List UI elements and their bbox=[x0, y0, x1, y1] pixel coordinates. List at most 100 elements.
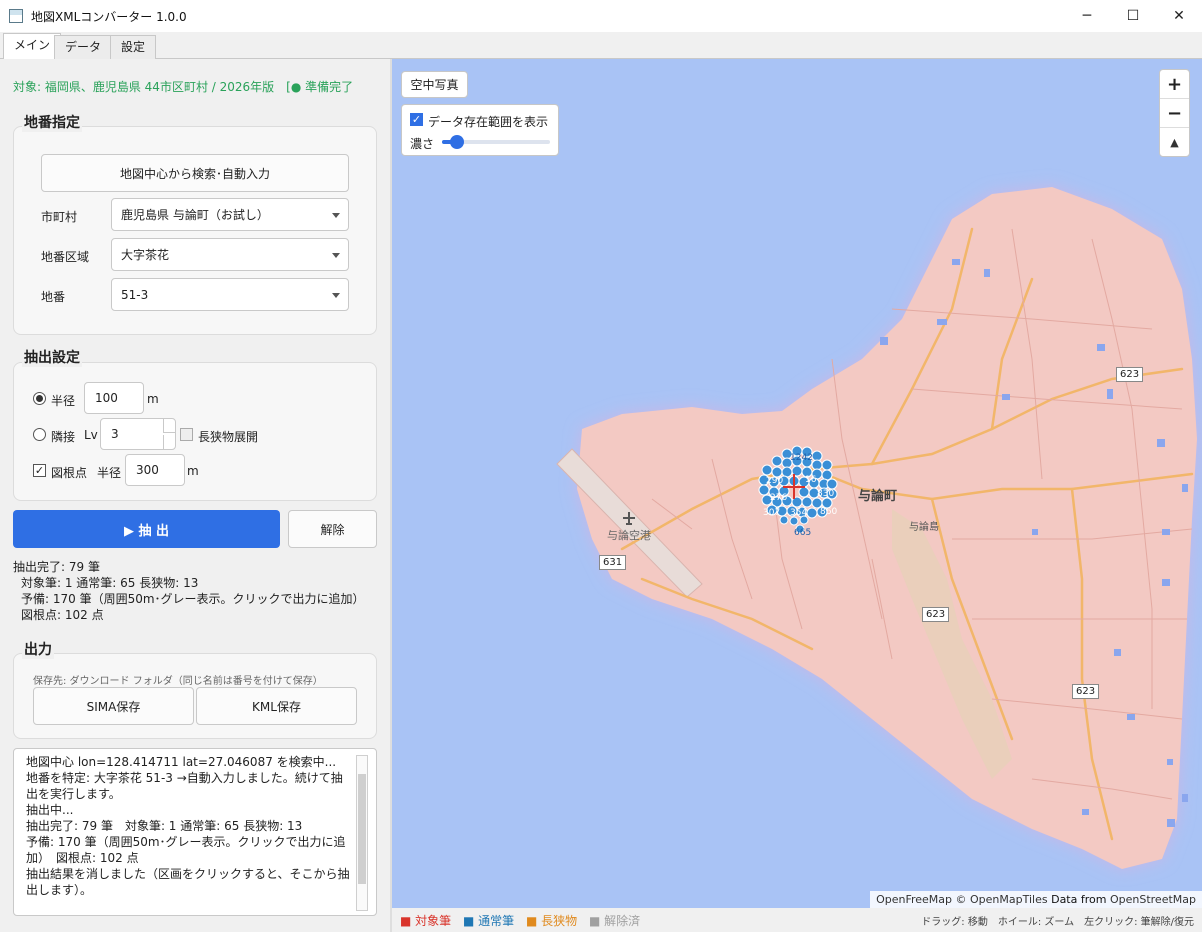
window-title: 地図XMLコンバーター 1.0.0 bbox=[31, 9, 187, 24]
kml-save-button[interactable]: KML保存 bbox=[196, 687, 357, 725]
radius-unit: m bbox=[147, 392, 159, 406]
tab-settings[interactable]: 設定 bbox=[110, 35, 157, 59]
map-view[interactable]: 1242 290 16 830 276 860 307 354 665 与論町 … bbox=[392, 59, 1202, 908]
adjacent-radio[interactable] bbox=[33, 428, 46, 441]
map-attribution: OpenFreeMap © OpenMapTiles Data from Ope… bbox=[870, 891, 1202, 908]
log-line: 予備: 170 筆（周囲50m･グレー表示。クリックで出力に追加） 図根点: 1… bbox=[26, 835, 346, 865]
compass-icon[interactable]: ▲ bbox=[1160, 128, 1189, 157]
result-line: 対象筆: 1 通常筆: 65 長狭物: 13 bbox=[21, 576, 199, 590]
data-range-control: ✓ データ存在範囲を表示 濃さ bbox=[401, 104, 559, 156]
parcel-label: 1242 bbox=[790, 453, 813, 463]
radius-input[interactable]: 100 bbox=[84, 382, 144, 414]
point-radius-label: 半径 bbox=[97, 466, 122, 480]
bottom-status-bar: ■ 対象筆 ■ 通常筆 ■ 長狭物 ■ 解除済 ドラッグ: 移動 ホイール: ズ… bbox=[392, 908, 1202, 932]
lot-value: 51-3 bbox=[121, 287, 149, 302]
legend: ■ 対象筆 ■ 通常筆 ■ 長狭物 ■ 解除済 bbox=[400, 912, 648, 929]
lv-label: Lv bbox=[84, 428, 98, 442]
point-label: 図根点 bbox=[51, 466, 88, 480]
result-line: 図根点: 102 点 bbox=[21, 608, 104, 622]
show-range-label: データ存在範囲を表示 bbox=[428, 115, 549, 129]
attribution-text: Data from bbox=[1051, 893, 1107, 906]
save-path-label: 保存先: ダウンロード フォルダ（同じ名前は番号を付けて保存） bbox=[33, 676, 323, 687]
parcel-label: 860 bbox=[820, 507, 838, 517]
clear-button[interactable]: 解除 bbox=[288, 510, 377, 548]
attribution-osm-link[interactable]: OpenFreeMap © OpenMapTiles bbox=[876, 893, 1048, 906]
spin-up-button[interactable] bbox=[163, 419, 175, 433]
adjacent-label: 隣接 bbox=[51, 430, 76, 444]
road-number-badge: 623 bbox=[1072, 684, 1100, 699]
extract-group-title: 抽出設定 bbox=[22, 347, 82, 367]
lot-select[interactable]: 51-3 bbox=[111, 278, 349, 311]
long-expand-label: 長狭物展開 bbox=[198, 430, 259, 444]
status-line: 対象: 福岡県、鹿児島県 44市区町村 / 2026年版 [● 準備完了 bbox=[13, 80, 354, 94]
opacity-slider[interactable] bbox=[442, 135, 550, 149]
maximize-button[interactable]: ☐ bbox=[1110, 0, 1156, 32]
island-land bbox=[577, 187, 1197, 869]
result-summary: 抽出完了: 79 筆 対象筆: 1 通常筆: 65 長狭物: 13 予備: 17… bbox=[13, 559, 365, 623]
legend-normal: ■ 通常筆 bbox=[462, 914, 515, 928]
chevron-down-icon bbox=[332, 212, 340, 218]
app-icon bbox=[9, 9, 23, 23]
radius-label: 半径 bbox=[51, 394, 76, 408]
parcel-label: 276 bbox=[770, 493, 788, 503]
log-line: 地図中心 lon=128.414711 lat=27.046087 を検索中..… bbox=[26, 755, 337, 769]
parcel-label: 307 bbox=[763, 508, 781, 518]
area-select[interactable]: 大字茶花 bbox=[111, 238, 349, 271]
log-scrollbar[interactable] bbox=[356, 755, 368, 911]
sima-save-button[interactable]: SIMA保存 bbox=[33, 687, 194, 725]
legend-released: ■ 解除済 bbox=[588, 914, 641, 928]
spin-down-button[interactable] bbox=[163, 435, 175, 449]
road-number-badge: 623 bbox=[922, 607, 950, 622]
area-value: 大字茶花 bbox=[121, 248, 170, 262]
long-expand-checkbox[interactable] bbox=[180, 428, 193, 441]
log-line: 抽出中... bbox=[26, 803, 74, 817]
road-number-badge: 623 bbox=[1116, 367, 1144, 382]
chevron-down-icon bbox=[332, 292, 340, 298]
result-line: 予備: 170 筆（周囲50m･グレー表示。クリックで出力に追加） bbox=[21, 592, 365, 606]
log-line: 抽出結果を消しました（区画をクリックすると、そこから抽出します）。 bbox=[26, 867, 350, 897]
road-number-badge: 631 bbox=[599, 555, 627, 570]
municipality-value: 鹿児島県 与論町（お試し） bbox=[121, 208, 269, 222]
legend-long: ■ 長狭物 bbox=[525, 914, 578, 928]
point-radius-unit: m bbox=[187, 464, 199, 478]
parcel-label: 665 bbox=[794, 528, 812, 538]
show-range-checkbox[interactable]: ✓ bbox=[410, 113, 423, 126]
town-label: 与論町 bbox=[858, 489, 898, 504]
search-autofill-button[interactable]: 地図中心から検索･自動入力 bbox=[41, 154, 349, 192]
map-hint: ドラッグ: 移動 ホイール: ズーム 左クリック: 筆解除/復元 bbox=[921, 917, 1194, 928]
municipality-label: 市町村 bbox=[41, 210, 78, 224]
attribution-source-link[interactable]: OpenStreetMap bbox=[1110, 893, 1196, 906]
tab-main[interactable]: メイン bbox=[3, 33, 62, 60]
tab-data[interactable]: データ bbox=[54, 35, 113, 59]
title-bar: 地図XMLコンバーター 1.0.0 ─ ☐ ✕ bbox=[0, 0, 1202, 32]
opacity-label: 濃さ bbox=[410, 137, 435, 151]
left-panel: 対象: 福岡県、鹿児島県 44市区町村 / 2026年版 [● 準備完了 地番指… bbox=[0, 59, 390, 932]
extract-button[interactable]: ▶ 抽 出 bbox=[13, 510, 280, 548]
close-button[interactable]: ✕ bbox=[1156, 0, 1202, 32]
point-radius-input[interactable]: 300 bbox=[125, 454, 185, 486]
island-label: 与論島 bbox=[909, 522, 939, 533]
lot-label: 地番 bbox=[41, 290, 66, 304]
radius-radio[interactable] bbox=[33, 392, 46, 405]
zoom-out-button[interactable]: − bbox=[1160, 99, 1189, 128]
parcel-label: 830 bbox=[817, 489, 835, 499]
airport-label: 与論空港 bbox=[607, 529, 651, 542]
zoom-in-button[interactable]: + bbox=[1160, 70, 1189, 99]
legend-target: ■ 対象筆 bbox=[400, 914, 452, 928]
aerial-photo-button[interactable]: 空中写真 bbox=[401, 71, 468, 98]
parcel-label: 354 bbox=[790, 508, 808, 518]
municipality-select[interactable]: 鹿児島県 与論町（お試し） bbox=[111, 198, 349, 231]
tab-bar: メイン データ 設定 bbox=[0, 32, 1202, 60]
chevron-down-icon bbox=[332, 252, 340, 258]
parcel-label: 290 bbox=[766, 476, 784, 486]
log-scroll-thumb[interactable] bbox=[358, 774, 366, 884]
lv-spinbox[interactable]: 3 bbox=[100, 418, 176, 450]
log-panel[interactable]: 地図中心 lon=128.414711 lat=27.046087 を検索中..… bbox=[13, 748, 377, 916]
output-group-title: 出力 bbox=[22, 639, 54, 659]
result-line: 抽出完了: 79 筆 bbox=[13, 560, 100, 574]
lv-value: 3 bbox=[111, 427, 119, 441]
opacity-slider-thumb[interactable] bbox=[450, 135, 464, 149]
minimize-button[interactable]: ─ bbox=[1064, 0, 1110, 32]
point-checkbox[interactable]: ✓ bbox=[33, 464, 46, 477]
map-canvas bbox=[556, 187, 1197, 869]
